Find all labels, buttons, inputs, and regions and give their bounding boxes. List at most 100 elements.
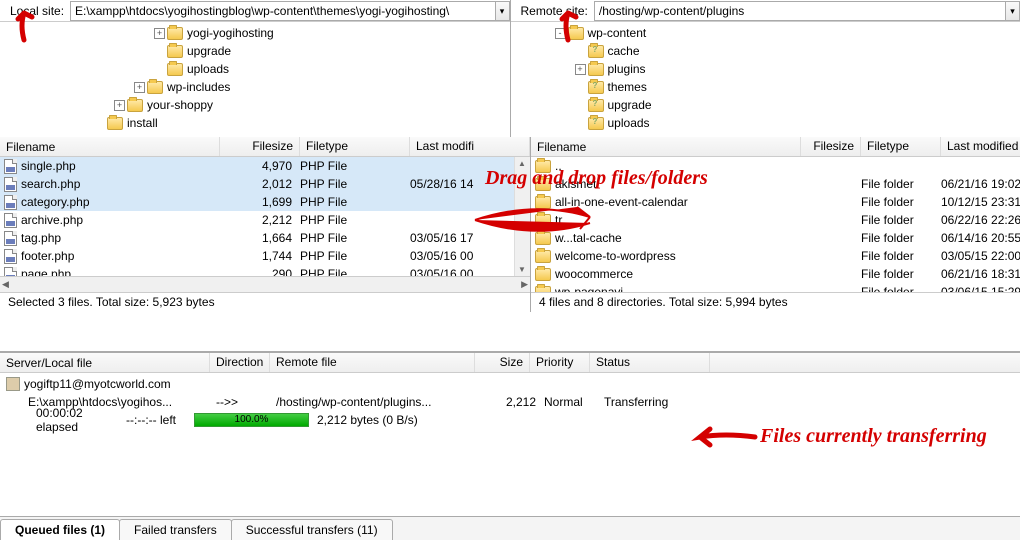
file-icon	[4, 177, 17, 192]
expand-icon[interactable]	[575, 100, 586, 111]
file-row[interactable]: wp-pagenaviFile folder03/06/15 15:29:...	[531, 283, 1020, 292]
file-icon	[4, 195, 17, 210]
col-modified[interactable]: Last modifi	[410, 137, 530, 156]
local-panel: Local site: ▾ +yogi-yogihostingupgradeup…	[0, 0, 511, 136]
expand-icon[interactable]: -	[555, 28, 566, 39]
file-row[interactable]: welcome-to-wordpressFile folder03/05/15 …	[531, 247, 1020, 265]
col-server[interactable]: Server/Local file	[0, 353, 210, 372]
scrollbar-vertical[interactable]	[514, 157, 530, 276]
tree-item[interactable]: +yogi-yogihosting	[4, 24, 506, 42]
folder-icon	[588, 117, 604, 130]
server-icon	[6, 377, 20, 391]
remote-status: 4 files and 8 directories. Total size: 5…	[531, 292, 1020, 312]
col-filename[interactable]: Filename	[531, 137, 801, 156]
local-file-list: Filename Filesize Filetype Last modifi s…	[0, 137, 531, 312]
remote-panel: Remote site: ▾ -wp-contentcache+pluginst…	[511, 0, 1020, 136]
tree-item[interactable]: uploads	[4, 60, 506, 78]
tree-item[interactable]: -wp-content	[515, 24, 1017, 42]
file-icon	[4, 213, 17, 228]
file-row[interactable]: trFile folder06/22/16 22:26:...	[531, 211, 1020, 229]
tree-item[interactable]: +plugins	[515, 60, 1017, 78]
tree-item[interactable]: upgrade	[4, 42, 506, 60]
folder-icon	[535, 214, 551, 227]
expand-icon[interactable]	[154, 46, 165, 57]
col-filesize[interactable]: Filesize	[220, 137, 300, 156]
expand-icon[interactable]	[575, 118, 586, 129]
folder-icon	[535, 250, 551, 263]
col-filename[interactable]: Filename	[0, 137, 220, 156]
folder-icon	[535, 160, 551, 173]
remote-site-label: Remote site:	[511, 4, 594, 18]
file-row[interactable]: search.php2,012PHP File05/28/16 14	[0, 175, 530, 193]
expand-icon[interactable]	[575, 82, 586, 93]
col-modified[interactable]: Last modified	[941, 137, 1020, 156]
tree-item[interactable]: upgrade	[515, 96, 1017, 114]
col-filesize[interactable]: Filesize	[801, 137, 861, 156]
file-icon	[4, 249, 17, 264]
local-path-dropdown[interactable]: ▾	[496, 1, 510, 21]
file-row[interactable]: akismetFile folder06/21/16 19:02:...	[531, 175, 1020, 193]
folder-icon	[535, 268, 551, 281]
tab-success[interactable]: Successful transfers (11)	[231, 519, 393, 540]
file-row[interactable]: category.php1,699PHP File	[0, 193, 530, 211]
folder-icon	[535, 232, 551, 245]
folder-icon	[147, 81, 163, 94]
file-row[interactable]: woocommerceFile folder06/21/16 18:31:...	[531, 265, 1020, 283]
expand-icon[interactable]: +	[134, 82, 145, 93]
tab-failed[interactable]: Failed transfers	[119, 519, 232, 540]
file-row[interactable]: w...tal-cacheFile folder06/14/16 20:55:.…	[531, 229, 1020, 247]
tab-queued[interactable]: Queued files (1)	[0, 519, 120, 540]
tree-item[interactable]: +your-shoppy	[4, 96, 506, 114]
col-size[interactable]: Size	[475, 353, 530, 372]
col-priority[interactable]: Priority	[530, 353, 590, 372]
folder-icon	[535, 286, 551, 293]
progress-bar: 100.0%	[194, 413, 309, 427]
col-status[interactable]: Status	[590, 353, 710, 372]
file-row[interactable]: all-in-one-event-calendarFile folder10/1…	[531, 193, 1020, 211]
col-direction[interactable]: Direction	[210, 353, 270, 372]
tree-item[interactable]: uploads	[515, 114, 1017, 132]
col-remote[interactable]: Remote file	[270, 353, 475, 372]
file-row[interactable]: ..	[531, 157, 1020, 175]
transfer-queue: Server/Local file Direction Remote file …	[0, 352, 1020, 431]
local-path-input[interactable]	[70, 1, 495, 21]
folder-icon	[568, 27, 584, 40]
expand-icon[interactable]	[575, 46, 586, 57]
col-filetype[interactable]: Filetype	[861, 137, 941, 156]
tree-item[interactable]: cache	[515, 42, 1017, 60]
folder-icon	[107, 117, 123, 130]
file-icon	[4, 159, 17, 174]
file-row[interactable]: footer.php1,744PHP File03/05/16 00	[0, 247, 530, 265]
tree-item[interactable]: themes	[515, 78, 1017, 96]
folder-icon	[167, 63, 183, 76]
folder-icon	[535, 196, 551, 209]
folder-icon	[588, 99, 604, 112]
file-row[interactable]: tag.php1,664PHP File03/05/16 17	[0, 229, 530, 247]
local-tree[interactable]: +yogi-yogihostingupgradeuploads+wp-inclu…	[0, 22, 510, 137]
file-icon	[4, 267, 17, 277]
expand-icon[interactable]: +	[154, 28, 165, 39]
file-row[interactable]: archive.php2,212PHP File	[0, 211, 530, 229]
tree-item[interactable]: +wp-includes	[4, 78, 506, 96]
expand-icon[interactable]: +	[575, 64, 586, 75]
scrollbar-horizontal[interactable]: ◀▶	[0, 276, 530, 292]
transfer-progress-row: 00:00:02 elapsed --:--:-- left 100.0% 2,…	[6, 411, 1014, 429]
remote-tree[interactable]: -wp-contentcache+pluginsthemesupgradeupl…	[511, 22, 1020, 137]
file-icon	[4, 231, 17, 246]
expand-icon[interactable]	[94, 118, 105, 129]
col-filetype[interactable]: Filetype	[300, 137, 410, 156]
folder-icon	[588, 81, 604, 94]
folder-icon	[127, 99, 143, 112]
transfer-file-row[interactable]: E:\xampp\htdocs\yogihos... -->> /hosting…	[6, 393, 1014, 411]
transfer-host-row[interactable]: yogiftp11@myotcworld.com	[6, 375, 1014, 393]
file-row[interactable]: page.php290PHP File03/05/16 00	[0, 265, 530, 276]
remote-path-dropdown[interactable]: ▾	[1006, 1, 1020, 21]
file-row[interactable]: single.php4,970PHP File	[0, 157, 530, 175]
queue-tabs: Queued files (1) Failed transfers Succes…	[0, 516, 1020, 540]
tree-item[interactable]: install	[4, 114, 506, 132]
remote-file-list: Filename Filesize Filetype Last modified…	[531, 137, 1020, 312]
local-status: Selected 3 files. Total size: 5,923 byte…	[0, 292, 530, 312]
remote-path-input[interactable]	[594, 1, 1006, 21]
expand-icon[interactable]: +	[114, 100, 125, 111]
expand-icon[interactable]	[154, 64, 165, 75]
